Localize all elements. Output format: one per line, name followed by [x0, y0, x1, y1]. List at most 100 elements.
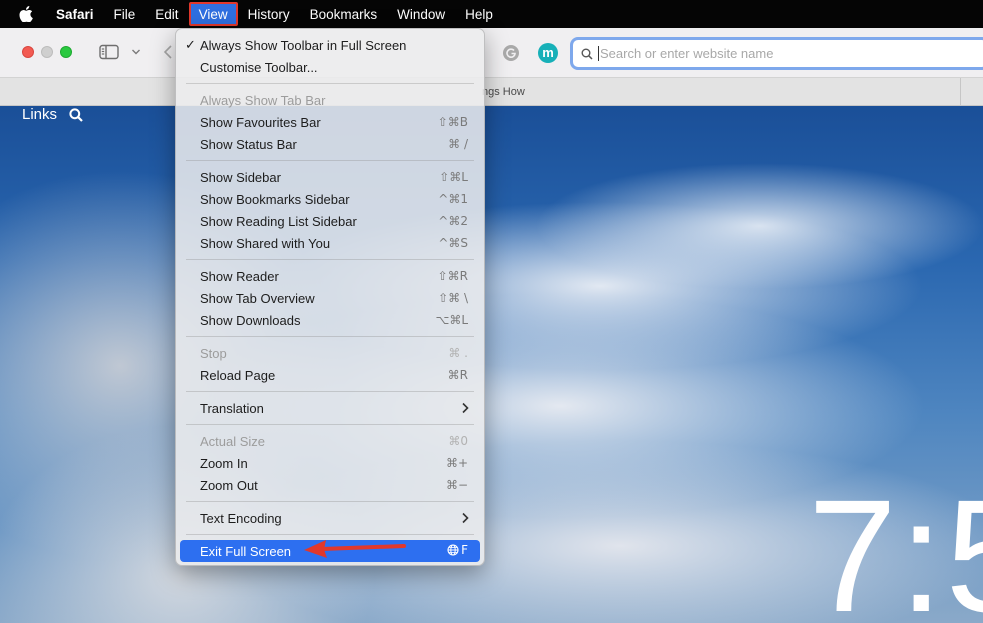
menu-item-always-show-toolbar[interactable]: ✓ Always Show Toolbar in Full Screen — [180, 34, 480, 56]
menu-item-label: Always Show Toolbar in Full Screen — [200, 37, 407, 53]
menu-item-show-tab-overview[interactable]: Show Tab Overview ⇧⌘ \ — [180, 287, 480, 309]
menu-item-label: Show Reader — [200, 268, 279, 284]
web-content: Links 7:5 — [0, 106, 983, 623]
menu-item-label: Actual Size — [200, 433, 266, 449]
back-button[interactable] — [162, 42, 174, 62]
menu-item-shortcut: ^⌘2 — [438, 214, 468, 228]
menu-item-label: Zoom Out — [200, 477, 258, 493]
menu-item-stop: Stop ⌘ . — [180, 342, 480, 364]
search-icon[interactable] — [69, 107, 83, 122]
menu-item-shortcut: ⇧⌘L — [439, 170, 468, 184]
links-widget[interactable]: Links — [22, 106, 83, 123]
menu-item-zoom-out[interactable]: Zoom Out ⌘− — [180, 474, 480, 496]
menu-item-label: Show Shared with You — [200, 235, 331, 251]
menu-item-label: Show Status Bar — [200, 136, 297, 152]
menu-bar: Safari File Edit View History Bookmarks … — [0, 0, 983, 28]
extension-button[interactable] — [502, 44, 520, 62]
globe-icon — [447, 544, 459, 556]
menu-item-label: Stop — [200, 345, 227, 361]
menu-item-shortcut: ^⌘1 — [438, 192, 468, 206]
menu-item-shortcut: ⇧⌘B — [437, 115, 468, 129]
menu-file[interactable]: File — [104, 0, 146, 28]
menu-item-label: Reload Page — [200, 367, 276, 383]
menu-item-text-encoding[interactable]: Text Encoding — [180, 507, 480, 529]
sidebar-options-button[interactable] — [130, 42, 142, 62]
menu-separator — [186, 83, 474, 84]
menu-history[interactable]: History — [238, 0, 300, 28]
menu-item-shortcut: ⇧⌘R — [437, 269, 468, 283]
menu-item-shortcut: ⌘− — [445, 478, 468, 492]
chevron-down-icon — [132, 49, 140, 55]
menu-item-shortcut: ⌘ . — [448, 346, 468, 360]
menu-item-show-sidebar[interactable]: Show Sidebar ⇧⌘L — [180, 166, 480, 188]
menu-item-shortcut: F — [447, 543, 468, 557]
menu-item-label: Show Downloads — [200, 312, 301, 328]
menu-safari[interactable]: Safari — [46, 0, 104, 28]
menu-item-label: Show Reading List Sidebar — [200, 213, 357, 229]
menu-separator — [186, 424, 474, 425]
tab-bar: ngs How — [0, 78, 983, 106]
menu-separator — [186, 259, 474, 260]
address-input[interactable] — [598, 46, 958, 61]
apple-menu[interactable] — [16, 6, 36, 22]
menu-item-shortcut: ⌘+ — [445, 456, 468, 470]
view-menu-dropdown: ✓ Always Show Toolbar in Full Screen Cus… — [175, 28, 485, 566]
menu-item-customise-toolbar[interactable]: Customise Toolbar... — [180, 56, 480, 78]
sidebar-toggle-button[interactable] — [98, 42, 120, 62]
menu-item-label: Show Favourites Bar — [200, 114, 321, 130]
fullscreen-window-button[interactable] — [60, 46, 72, 58]
menu-item-label: Translation — [200, 400, 264, 416]
links-label: Links — [22, 106, 58, 123]
menu-item-label: Always Show Tab Bar — [200, 92, 326, 108]
menu-item-show-reader[interactable]: Show Reader ⇧⌘R — [180, 265, 480, 287]
menu-item-reload-page[interactable]: Reload Page ⌘R — [180, 364, 480, 386]
menu-item-show-shared-with-you[interactable]: Show Shared with You ^⌘S — [180, 232, 480, 254]
apple-icon — [19, 6, 33, 22]
menu-edit[interactable]: Edit — [145, 0, 188, 28]
close-window-button[interactable] — [22, 46, 34, 58]
annotation-arrow-icon — [304, 540, 406, 558]
menu-item-shortcut: ⌘R — [447, 368, 468, 382]
menu-item-label: Show Tab Overview — [200, 290, 315, 306]
menu-item-always-show-tab-bar: Always Show Tab Bar — [180, 89, 480, 111]
menu-bookmarks[interactable]: Bookmarks — [300, 0, 388, 28]
menu-item-show-status-bar[interactable]: Show Status Bar ⌘ / — [180, 133, 480, 155]
address-bar[interactable] — [570, 37, 983, 70]
menu-separator — [186, 391, 474, 392]
browser-toolbar: m — [0, 28, 983, 78]
menu-item-shortcut: ⇧⌘ \ — [438, 291, 468, 305]
menu-item-zoom-in[interactable]: Zoom In ⌘+ — [180, 452, 480, 474]
checkmark-icon: ✓ — [185, 37, 196, 52]
search-icon — [581, 48, 593, 60]
menu-window[interactable]: Window — [387, 0, 455, 28]
tab-title[interactable]: ngs How — [482, 86, 525, 98]
chevron-left-icon — [163, 45, 172, 59]
menu-item-label: Show Bookmarks Sidebar — [200, 191, 350, 207]
menu-item-translation[interactable]: Translation — [180, 397, 480, 419]
menu-item-actual-size: Actual Size ⌘0 — [180, 430, 480, 452]
menu-item-shortcut: ^⌘S — [438, 236, 468, 250]
sidebar-icon — [99, 44, 119, 60]
menu-item-show-favourites-bar[interactable]: Show Favourites Bar ⇧⌘B — [180, 111, 480, 133]
menu-item-label: Customise Toolbar... — [200, 59, 318, 75]
chevron-right-icon — [462, 512, 469, 524]
menu-item-shortcut: ⌥⌘L — [435, 313, 468, 327]
menu-separator — [186, 160, 474, 161]
menu-item-show-reading-list-sidebar[interactable]: Show Reading List Sidebar ^⌘2 — [180, 210, 480, 232]
menu-item-label: Text Encoding — [200, 510, 282, 526]
menu-item-shortcut: ⌘ / — [448, 137, 468, 151]
minimize-window-button[interactable] — [41, 46, 53, 58]
menu-separator — [186, 336, 474, 337]
menu-item-shortcut: ⌘0 — [448, 434, 468, 448]
chevron-right-icon — [462, 402, 469, 414]
menu-item-show-bookmarks-sidebar[interactable]: Show Bookmarks Sidebar ^⌘1 — [180, 188, 480, 210]
grammarly-icon — [503, 45, 519, 61]
avatar-letter: m — [542, 44, 554, 60]
menu-item-label: Exit Full Screen — [200, 543, 292, 559]
shortcut-key: F — [461, 543, 468, 557]
menu-help[interactable]: Help — [455, 0, 503, 28]
profile-avatar[interactable]: m — [538, 43, 558, 63]
clock-display: 7:5 — [808, 466, 983, 623]
menu-view[interactable]: View — [188, 2, 238, 26]
menu-item-show-downloads[interactable]: Show Downloads ⌥⌘L — [180, 309, 480, 331]
